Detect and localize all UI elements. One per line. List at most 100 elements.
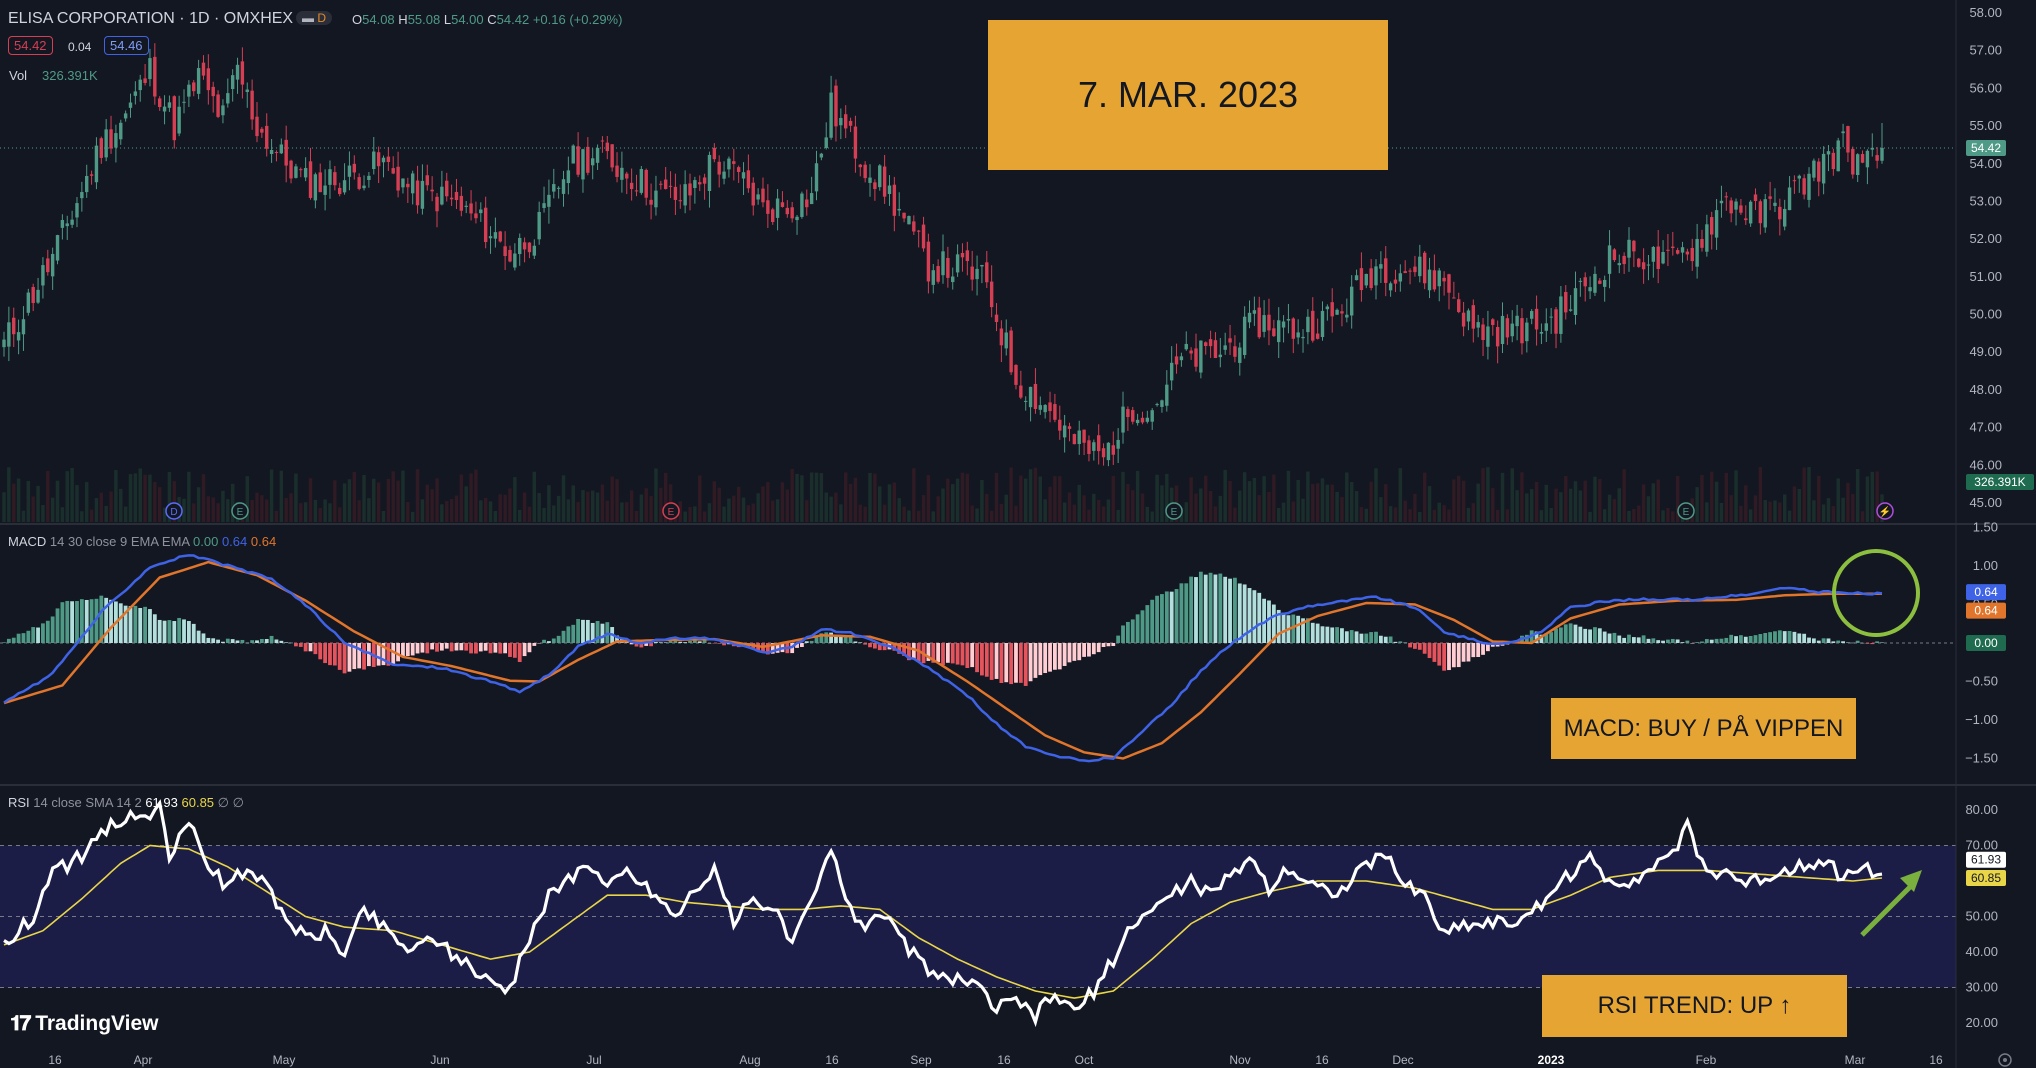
macd-axis[interactable]: 1.501.000.500.00−0.50−1.00−1.500.640.640… bbox=[1965, 520, 2006, 766]
volume-bar bbox=[620, 502, 624, 522]
volume-bar bbox=[1189, 477, 1193, 522]
volume-bar bbox=[1481, 468, 1485, 522]
macd-histogram-bar bbox=[50, 616, 55, 643]
volume-bar bbox=[1379, 497, 1383, 522]
macd-histogram-bar bbox=[1695, 642, 1700, 643]
volume-bar bbox=[104, 505, 108, 522]
macd-histogram-bar bbox=[182, 619, 186, 643]
volume-bar bbox=[1797, 489, 1801, 522]
macd-histogram-bar bbox=[1753, 635, 1758, 643]
volume-bar bbox=[1213, 506, 1218, 522]
macd-histogram-bar bbox=[1087, 643, 1091, 657]
macd-histogram-bar bbox=[1140, 610, 1145, 643]
macd-histogram-bar bbox=[702, 640, 707, 643]
volume-bar bbox=[951, 484, 955, 522]
volume-bar bbox=[1661, 510, 1665, 522]
candle-body bbox=[586, 146, 590, 173]
volume-bar bbox=[1121, 471, 1125, 522]
candle-body bbox=[367, 175, 371, 181]
macd-histogram-bar bbox=[1724, 637, 1729, 643]
macd-histogram-bar bbox=[36, 627, 40, 643]
candle-body bbox=[1174, 356, 1179, 365]
volume-bar bbox=[284, 498, 288, 522]
macd-histogram-bar bbox=[118, 603, 123, 643]
volume-bar bbox=[1004, 494, 1008, 522]
candle-body bbox=[878, 165, 882, 188]
volume-bar bbox=[868, 472, 872, 522]
macd-histogram-bar bbox=[221, 641, 225, 643]
candle-body bbox=[1277, 320, 1281, 343]
macd-histogram-bar bbox=[493, 643, 498, 653]
candle-body bbox=[1398, 273, 1403, 282]
event-marker-label: E bbox=[1683, 507, 1690, 518]
candle-body bbox=[104, 129, 108, 158]
candle-body bbox=[153, 56, 157, 97]
candle-body bbox=[732, 161, 736, 164]
settings-gear-icon[interactable] bbox=[1998, 1053, 2012, 1067]
macd-histogram-bar bbox=[853, 641, 858, 643]
low-value: 54.00 bbox=[451, 12, 484, 27]
candle-body bbox=[552, 184, 556, 192]
volume-bar bbox=[274, 510, 279, 522]
macd-histogram-bar bbox=[1296, 615, 1301, 643]
spread-value: 0.04 bbox=[68, 40, 92, 54]
interval-badge[interactable]: ▬ D bbox=[296, 11, 333, 25]
volume-bar bbox=[1233, 507, 1237, 522]
volume-bar bbox=[805, 500, 809, 522]
macd-histogram-bar bbox=[1622, 637, 1627, 643]
candle-body bbox=[94, 145, 99, 183]
volume-bar bbox=[1753, 495, 1758, 522]
candle-body bbox=[863, 164, 867, 179]
candle-body bbox=[814, 163, 819, 192]
volume-bar bbox=[717, 487, 721, 522]
macd-histogram-bar bbox=[1593, 627, 1597, 643]
volume-bar bbox=[605, 500, 609, 522]
volume-bar bbox=[386, 478, 391, 522]
tradingview-logo[interactable]: 𝟏𝟕 TradingView bbox=[10, 1012, 159, 1036]
macd-histogram-bar bbox=[474, 643, 478, 654]
macd-histogram-bar bbox=[415, 643, 420, 654]
bid-price[interactable]: 54.42 bbox=[8, 36, 53, 55]
close-value: 54.42 bbox=[496, 12, 530, 27]
ask-price[interactable]: 54.46 bbox=[104, 36, 149, 55]
candle-body bbox=[1491, 319, 1495, 326]
volume-bar bbox=[547, 485, 551, 522]
macd-histogram-bar bbox=[683, 642, 688, 643]
candle-body bbox=[488, 236, 493, 239]
candle-body bbox=[746, 170, 751, 189]
time-tick-label: 16 bbox=[1929, 1053, 1943, 1067]
rsi-axis[interactable]: 80.00 70.00 50.00 40.00 30.00 20.00 61.93 60.85 bbox=[1965, 802, 2006, 1030]
time-axis[interactable]: 16 Apr May Jun Jul Aug 16 Sep 16 Oct Nov 16 Dec 2023 F… bbox=[48, 1053, 1943, 1067]
candle-body bbox=[235, 64, 240, 80]
macd-histogram-bar bbox=[1038, 643, 1043, 676]
macd-histogram-bar bbox=[1860, 642, 1865, 644]
price-axis[interactable]: 58.00 57.00 56.00 55.00 54.00 53.00 52.00 51.00… bbox=[1966, 5, 2034, 510]
candle-body bbox=[668, 185, 673, 187]
volume-bar bbox=[1471, 503, 1476, 522]
macd-histogram-bar bbox=[430, 643, 435, 650]
candle-body bbox=[16, 332, 21, 341]
macd-histogram-bar bbox=[970, 643, 975, 668]
date-banner: 7. MAR. 2023 bbox=[988, 20, 1388, 170]
volume-bar bbox=[566, 499, 571, 522]
candle-body bbox=[1364, 273, 1368, 286]
volume-bar bbox=[790, 468, 794, 522]
candle-body bbox=[1797, 175, 1801, 179]
candle-body bbox=[342, 180, 347, 193]
candle-body bbox=[279, 144, 284, 154]
volume-bar bbox=[1087, 509, 1091, 522]
volume-bar bbox=[1778, 502, 1782, 522]
candle-body bbox=[1452, 297, 1456, 299]
volume-bar bbox=[882, 504, 887, 522]
macd-histogram-bar bbox=[298, 643, 303, 647]
candle-body bbox=[1836, 140, 1840, 172]
macd-histogram-bar bbox=[872, 643, 877, 649]
macd-histogram-bar bbox=[128, 606, 133, 643]
volume-bar bbox=[445, 501, 449, 522]
candle-body bbox=[1247, 312, 1252, 323]
volume-bar bbox=[1101, 506, 1106, 522]
volume-bar bbox=[975, 508, 979, 522]
candle-body bbox=[1466, 310, 1471, 322]
candle-body bbox=[172, 96, 176, 141]
volume-bar bbox=[1637, 505, 1641, 522]
